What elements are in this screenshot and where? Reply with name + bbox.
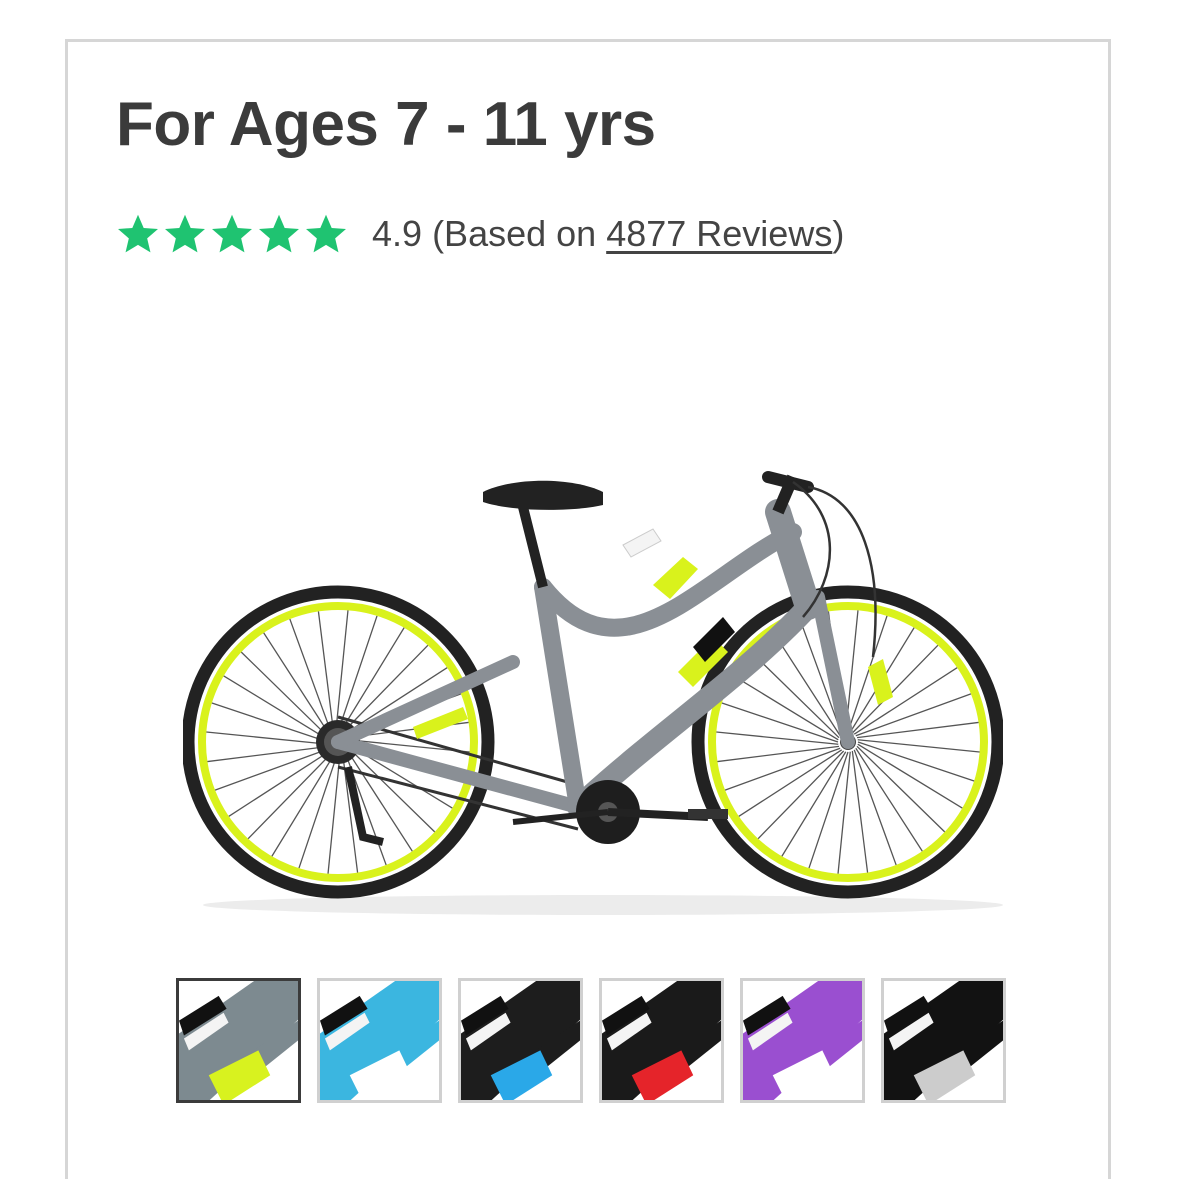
color-swatch-black-sparkle[interactable] [881,978,1006,1103]
star-icon [118,214,158,253]
color-swatch-purple[interactable] [740,978,865,1103]
color-swatch-blue-green[interactable] [458,978,583,1103]
frame-closeup-icon [320,981,439,1100]
product-image [181,437,1005,927]
frame-closeup-icon [743,981,862,1100]
color-swatch-gray-lime[interactable] [176,978,301,1103]
rating-summary: 4.9 (Based on 4877 Reviews) [116,210,844,258]
color-swatch-list [176,978,1006,1103]
bicycle-icon [181,471,1005,915]
product-age-title: For Ages 7 - 11 yrs [116,90,656,159]
frame-closeup-icon [461,981,580,1100]
product-card: For Ages 7 - 11 yrs 4.9 (Based on 4877 R… [65,39,1111,1179]
star-icon [165,214,205,253]
frame-closeup-icon [884,981,1003,1100]
frame-closeup-icon [602,981,721,1100]
star-rating [116,212,348,256]
color-swatch-black-red[interactable] [599,978,724,1103]
star-icon [212,214,252,253]
rating-text: 4.9 (Based on 4877 Reviews) [372,213,844,255]
color-swatch-light-blue[interactable] [317,978,442,1103]
rating-suffix: ) [832,213,845,254]
star-icon [259,214,299,253]
rating-prefix: (Based on [432,213,607,254]
frame-closeup-icon [179,981,298,1100]
rating-score: 4.9 [372,213,423,254]
star-icon [306,214,346,253]
reviews-link[interactable]: 4877 Reviews [606,213,832,254]
